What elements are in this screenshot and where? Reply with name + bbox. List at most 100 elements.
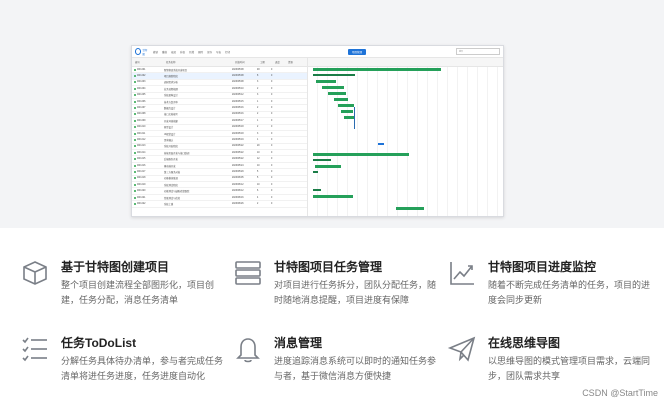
task-progress: 0 xyxy=(271,94,273,97)
server-list-icon xyxy=(235,261,261,285)
status-dot-icon xyxy=(134,177,136,180)
toolbar-button-export[interactable]: 导出 xyxy=(216,50,221,54)
task-name: 数据库设计 xyxy=(164,108,176,111)
task-id: 000-008 xyxy=(137,113,146,116)
task-start: 2023/06/05 xyxy=(232,177,244,180)
col-header-id[interactable]: 编号 xyxy=(132,60,163,64)
task-duration: 5 xyxy=(257,170,259,173)
task-id: 000-017 xyxy=(137,170,146,173)
task-progress: 0 xyxy=(271,126,273,129)
col-header-name[interactable]: 任务名称 xyxy=(163,60,232,64)
task-start: 2023/05/08 xyxy=(232,68,244,71)
gantt-bar[interactable] xyxy=(338,104,354,107)
task-progress: 0 xyxy=(271,177,273,180)
task-progress: 0 xyxy=(271,151,273,154)
task-id: 000-003 xyxy=(137,81,146,84)
gantt-bar[interactable] xyxy=(344,116,354,119)
task-row[interactable]: 000-022 系统上线 2023/06/26 2 0 xyxy=(132,201,307,208)
task-id: 000-013 xyxy=(137,145,146,148)
gantt-bar[interactable] xyxy=(313,189,321,191)
task-name: UI视觉设计 xyxy=(164,133,176,136)
task-id: 000-018 xyxy=(137,177,146,180)
task-progress: 0 xyxy=(271,132,273,135)
task-start: 2023/05/18 xyxy=(232,126,244,129)
col-header-resource[interactable]: 资源 xyxy=(285,60,293,64)
toolbar-button-save[interactable]: 保存 xyxy=(207,50,212,54)
task-progress: 0 xyxy=(271,107,273,110)
task-name: 后端服务开发 xyxy=(164,159,178,162)
bell-icon xyxy=(236,338,260,363)
task-duration: 10 xyxy=(257,183,260,186)
toolbar-button-indent[interactable]: 缩进 xyxy=(171,50,176,54)
gantt-bar[interactable] xyxy=(334,98,348,101)
task-progress: 0 xyxy=(271,119,273,122)
app-logo: 甘特图 xyxy=(135,48,149,56)
task-start: 2023/05/15 xyxy=(232,100,244,103)
task-id-cell: 000-022 xyxy=(132,202,164,205)
gantt-bar[interactable] xyxy=(313,195,353,198)
gantt-bar[interactable] xyxy=(315,165,341,168)
gantt-bar[interactable] xyxy=(322,86,344,89)
toolbar-button-delete[interactable]: 删除 xyxy=(198,50,203,54)
col-header-start[interactable]: 开始时间 xyxy=(232,60,257,64)
status-dot-icon xyxy=(134,151,136,154)
gantt-bar[interactable] xyxy=(313,74,355,76)
task-id: 000-011 xyxy=(137,132,146,135)
gantt-bar[interactable] xyxy=(313,153,409,156)
task-id-cell: 000-011 xyxy=(132,132,164,135)
task-duration: 10 xyxy=(257,151,260,154)
task-id: 000-009 xyxy=(137,119,146,122)
task-name: 前端页面开发与接口联调 xyxy=(164,152,190,155)
gantt-bar[interactable] xyxy=(313,171,318,173)
gantt-bar[interactable] xyxy=(396,207,424,210)
task-progress: 0 xyxy=(271,81,273,84)
task-name: 技术方案评审 xyxy=(164,101,178,104)
task-duration: 6 xyxy=(257,190,259,193)
task-id-cell: 000-019 xyxy=(132,183,164,186)
project-manage-button[interactable]: 项目管理 xyxy=(347,48,366,55)
task-id-cell: 000-002 xyxy=(132,75,164,78)
gantt-bar[interactable] xyxy=(313,159,331,161)
timescale-select[interactable]: 按天 xyxy=(456,48,500,55)
col-header-progress[interactable]: 进度 xyxy=(272,60,285,64)
task-id: 000-015 xyxy=(137,158,146,161)
task-name: 性能测试与优化 xyxy=(164,197,181,200)
toolbar-button-print[interactable]: 打印 xyxy=(225,50,230,54)
task-duration: 1 xyxy=(257,100,259,103)
toolbar-button-redo[interactable]: 重做 xyxy=(162,50,167,54)
col-header-duration[interactable]: 工期 xyxy=(257,60,272,64)
status-dot-icon xyxy=(134,183,136,186)
task-start: 2023/05/12 xyxy=(232,94,244,97)
gantt-app-screenshot: 甘特图 撤销 重做 缩进 升级 新增 删除 保存 导出 打印 项目管理 按天 编… xyxy=(131,45,504,217)
toolbar-button-undo[interactable]: 撤销 xyxy=(153,50,158,54)
gantt-bar[interactable] xyxy=(378,143,384,145)
task-duration: 10 xyxy=(257,164,260,167)
task-start: 2023/05/18 xyxy=(232,132,244,135)
task-progress: 0 xyxy=(271,113,273,116)
task-start: 2023/05/16 xyxy=(232,113,244,116)
gantt-bar[interactable] xyxy=(341,110,353,113)
gantt-bar[interactable] xyxy=(316,80,336,83)
task-id: 000-019 xyxy=(137,183,146,186)
toolbar-button-outdent[interactable]: 升级 xyxy=(180,50,185,54)
task-progress: 0 xyxy=(271,87,273,90)
toolbar-button-add[interactable]: 新增 xyxy=(189,50,194,54)
task-progress: 0 xyxy=(271,170,273,173)
gantt-bar[interactable] xyxy=(328,92,346,95)
status-dot-icon xyxy=(134,94,136,97)
task-duration: 5 xyxy=(257,177,259,180)
task-id: 000-002 xyxy=(137,75,146,78)
feature-title: 基于甘特图创建项目 xyxy=(61,260,170,274)
task-duration: 8 xyxy=(257,75,259,78)
task-id: 000-021 xyxy=(137,196,146,199)
task-id: 000-001 xyxy=(137,68,146,71)
task-name: 需求确认 xyxy=(164,139,174,142)
task-id-cell: 000-010 xyxy=(132,126,164,129)
task-id-cell: 000-003 xyxy=(132,81,164,84)
task-duration: 2 xyxy=(257,202,259,205)
task-name: 功能模块联调 xyxy=(164,178,178,181)
task-id-cell: 000-014 xyxy=(132,151,164,154)
gantt-bar[interactable] xyxy=(313,68,441,71)
task-start: 2023/05/19 xyxy=(232,138,244,141)
task-duration: 4 xyxy=(257,196,259,199)
